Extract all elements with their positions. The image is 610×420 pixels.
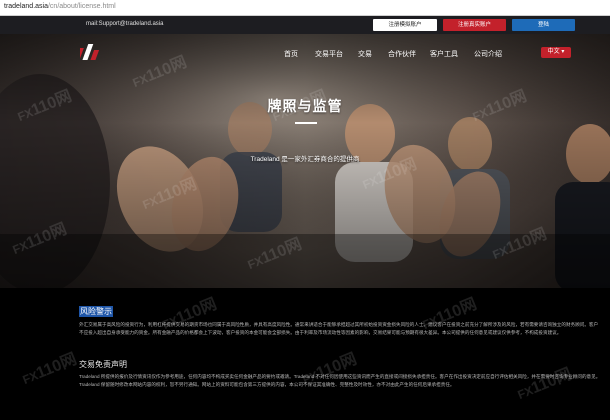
contact-email[interactable]: mail:Support@tradeland.asia [86,21,163,27]
browser-address-bar[interactable]: tradeland.asia/cn/about/license.html [0,0,610,16]
nav-item-tools[interactable]: 客户工具 [430,49,458,59]
risk-warning-heading: 风险警示 [79,306,113,317]
register-real-button[interactable]: 注册真实账户 [443,19,506,31]
page: tradeland.asia/cn/about/license.html mai… [0,0,610,420]
register-demo-button[interactable]: 注册模拟账户 [373,19,437,31]
nav-item-trading[interactable]: 交易 [358,49,372,59]
title-underline [295,122,317,124]
language-selector[interactable]: 中文 ▾ [541,47,571,58]
main-content: 风险警示 外汇交易属于高风险的投资行为，利用杠杆提供交易的期货市场也同属于高风险… [0,288,610,420]
url-domain: tradeland.asia [4,3,48,10]
nav-item-about[interactable]: 公司介绍 [474,49,502,59]
nav-item-partners[interactable]: 合作伙伴 [388,49,416,59]
url-path: /cn/about/license.html [47,3,116,10]
tradeland-logo[interactable] [80,42,106,62]
url-text[interactable]: tradeland.asia/cn/about/license.html [4,3,116,10]
disclaimer-heading: 交易免责声明 [79,360,127,369]
nav-item-platform[interactable]: 交易平台 [315,49,343,59]
login-button[interactable]: 登陆 [512,19,575,31]
top-contact-bar: mail:Support@tradeland.asia 注册模拟账户 注册真实账… [0,16,610,34]
risk-warning-text: 外汇交易属于高风险的投资行为，利用杠杆提供交易的期货市场也同属于高风险性质，并具… [79,322,599,335]
nav-item-home[interactable]: 首页 [284,49,298,59]
page-subtitle: Tradeland 是一家外汇券商合的提供商 [250,156,360,163]
